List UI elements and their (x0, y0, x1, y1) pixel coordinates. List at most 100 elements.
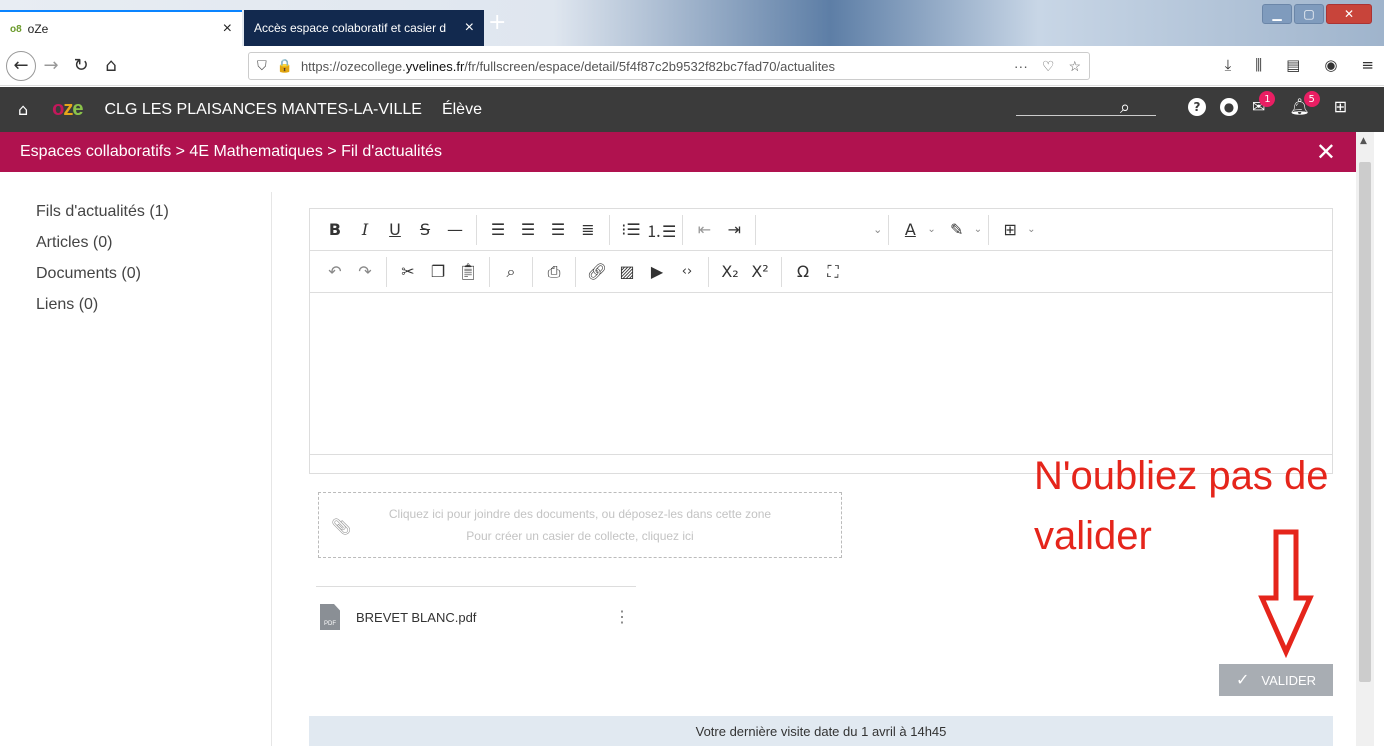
chevron-down-icon[interactable]: ⌄ (1027, 224, 1035, 235)
special-char-icon[interactable]: Ω (788, 262, 818, 281)
scroll-up-icon[interactable]: ▲ (1360, 136, 1367, 146)
lock-warning-icon: 🔒 (276, 58, 293, 73)
tab-label: Accès espace colaboratif et casier d (254, 21, 447, 35)
sidebar-divider (271, 192, 272, 746)
sidebar-item-liens[interactable]: Liens (0) (36, 289, 266, 320)
bookmark-star-icon[interactable]: ☆ (1068, 58, 1081, 75)
strikethrough-icon[interactable]: S (410, 220, 440, 239)
bell-icon[interactable]: 🔔︎ 5 (1289, 91, 1320, 116)
file-name[interactable]: BREVET BLANC.pdf (356, 610, 476, 625)
find-icon[interactable]: ⌕ (496, 262, 526, 282)
app-header: ⌂ oze CLG LES PLAISANCES MANTES-LA-VILLE… (0, 87, 1384, 132)
media-icon[interactable]: ▶ (642, 262, 672, 281)
align-center-icon[interactable]: ☰ (513, 220, 543, 239)
copy-icon[interactable]: ❐ (423, 262, 453, 281)
minimize-icon[interactable]: ▁ (1262, 4, 1292, 24)
pdf-file-icon: PDF (320, 604, 340, 630)
cut-icon[interactable]: ✂ (393, 262, 423, 281)
paste-icon[interactable]: 📋︎ (453, 262, 483, 281)
subscript-icon[interactable]: X₂ (715, 262, 745, 281)
sidebar-item-documents[interactable]: Documents (0) (36, 258, 266, 289)
page-actions-icon[interactable]: ··· (1014, 58, 1028, 75)
italic-icon[interactable]: I (350, 220, 380, 239)
account-icon[interactable]: ◉ (1324, 56, 1337, 74)
home-icon[interactable]: ⌂ (96, 55, 126, 76)
highlight-color-icon[interactable]: ✎ (942, 220, 972, 239)
help-icon[interactable]: ? (1188, 97, 1206, 116)
tab-espace-collaboratif[interactable]: Accès espace colaboratif et casier d × (244, 10, 484, 46)
oze-logo[interactable]: oze (52, 98, 83, 121)
pocket-icon[interactable]: ♡ (1042, 58, 1055, 75)
page-scrollbar[interactable]: ▲ (1356, 132, 1374, 746)
mail-badge: 1 (1259, 91, 1276, 107)
scrollbar-thumb[interactable] (1359, 162, 1371, 682)
library-icon[interactable]: ⫼ (1255, 56, 1262, 74)
mail-icon[interactable]: ✉ 1 (1252, 91, 1276, 116)
chevron-down-icon[interactable]: ⌄ (974, 224, 982, 235)
reader-view-icon[interactable]: ▤ (1286, 56, 1300, 74)
bullet-list-icon[interactable]: ⁝☰ (616, 220, 646, 239)
dropzone-casier-text[interactable]: Pour créer un casier de collecte, clique… (466, 525, 693, 547)
editor-toolbar-row-2: ↶ ↷ ✂ ❐ 📋︎ ⌕ ⎙ 🔗︎ ▨ ▶ ‹› X₂ X² Ω ⛶ (310, 251, 1332, 293)
paperclip-icon: 📎︎ (331, 519, 352, 536)
close-tab-icon[interactable]: × (465, 19, 474, 37)
source-code-icon[interactable]: ‹› (672, 264, 702, 279)
browser-navbar: ← → ↻ ⌂ ⛉ 🔒 https://ozecollege.yvelines.… (0, 46, 1384, 86)
window-controls: ▁ ▢ ✕ (1262, 4, 1372, 24)
editor-content-area[interactable] (310, 293, 1332, 455)
align-right-icon[interactable]: ☰ (543, 220, 573, 239)
breadcrumb-text[interactable]: Espaces collaboratifs > 4E Mathematiques… (20, 143, 442, 161)
school-name: CLG LES PLAISANCES MANTES-LA-VILLE (104, 100, 422, 118)
fullscreen-icon[interactable]: ⛶ (818, 262, 848, 282)
text-color-icon[interactable]: A (895, 220, 925, 239)
sidebar-item-fils-actualites[interactable]: Fils d'actualités (1) (36, 196, 266, 227)
file-dropzone[interactable]: 📎︎ Cliquez ici pour joindre des document… (318, 492, 842, 558)
sidebar: Fils d'actualités (1) Articles (0) Docum… (36, 196, 266, 320)
format-select[interactable]: ⌄ (762, 223, 882, 236)
menu-icon[interactable]: ≡ (1361, 56, 1374, 74)
forward-arrow-icon[interactable]: → (36, 55, 66, 76)
address-bar[interactable]: ⛉ 🔒 https://ozecollege.yvelines.fr/fr/fu… (248, 52, 1090, 80)
more-options-icon[interactable]: ⋮ (614, 607, 630, 627)
new-tab-button[interactable]: + (488, 12, 506, 34)
table-icon[interactable]: ⊞ (995, 220, 1025, 239)
editor-toolbar-row-1: B I U S — ☰ ☰ ☰ ≣ ⁝☰ ⒈☰ ⇤ ⇥ ⌄ A ⌄ ✎ ⌄ ⊞ ⌄ (310, 209, 1332, 251)
redo-icon[interactable]: ↷ (350, 262, 380, 281)
print-icon[interactable]: ⎙ (539, 262, 569, 282)
bold-icon[interactable]: B (320, 220, 350, 239)
user-icon[interactable]: ● (1220, 97, 1238, 116)
search-input[interactable] (1016, 115, 1156, 116)
reload-icon[interactable]: ↻ (66, 55, 96, 76)
close-icon[interactable]: ✕ (1316, 138, 1336, 167)
tab-oze[interactable]: o8 oZe × (0, 10, 242, 46)
superscript-icon[interactable]: X² (745, 262, 775, 281)
dropzone-text: Cliquez ici pour joindre des documents, … (388, 507, 772, 521)
underline-icon[interactable]: U (380, 220, 410, 239)
search-icon[interactable]: ⌕ (1120, 97, 1130, 118)
notification-badge: 5 (1303, 91, 1320, 107)
attached-file[interactable]: PDF BREVET BLANC.pdf ⋮ (320, 602, 630, 632)
horizontal-rule-icon[interactable]: — (440, 220, 470, 239)
close-window-icon[interactable]: ✕ (1326, 4, 1372, 24)
last-visit-banner: Votre dernière visite date du 1 avril à … (309, 716, 1333, 746)
maximize-icon[interactable]: ▢ (1294, 4, 1324, 24)
link-icon[interactable]: 🔗︎ (582, 262, 612, 281)
home-icon[interactable]: ⌂ (18, 100, 28, 119)
check-icon: ✓ (1235, 672, 1250, 689)
chevron-down-icon[interactable]: ⌄ (927, 224, 935, 235)
numbered-list-icon[interactable]: ⒈☰ (646, 218, 676, 242)
align-justify-icon[interactable]: ≣ (573, 220, 603, 239)
rich-text-editor: B I U S — ☰ ☰ ☰ ≣ ⁝☰ ⒈☰ ⇤ ⇥ ⌄ A ⌄ ✎ ⌄ ⊞ ⌄ ↶… (309, 208, 1333, 474)
back-arrow-icon[interactable]: ← (6, 50, 36, 81)
undo-icon[interactable]: ↶ (320, 262, 350, 281)
image-icon[interactable]: ▨ (612, 262, 642, 281)
align-left-icon[interactable]: ☰ (483, 220, 513, 239)
close-tab-icon[interactable]: × (223, 20, 232, 38)
shield-icon: ⛉ (257, 58, 267, 73)
valider-button[interactable]: ✓ VALIDER (1219, 664, 1333, 696)
download-icon[interactable]: ⤓ (1225, 56, 1232, 74)
indent-icon[interactable]: ⇥ (719, 220, 749, 239)
apps-grid-icon[interactable]: ⊞ (1334, 97, 1347, 116)
sidebar-item-articles[interactable]: Articles (0) (36, 227, 266, 258)
outdent-icon[interactable]: ⇤ (689, 220, 719, 239)
